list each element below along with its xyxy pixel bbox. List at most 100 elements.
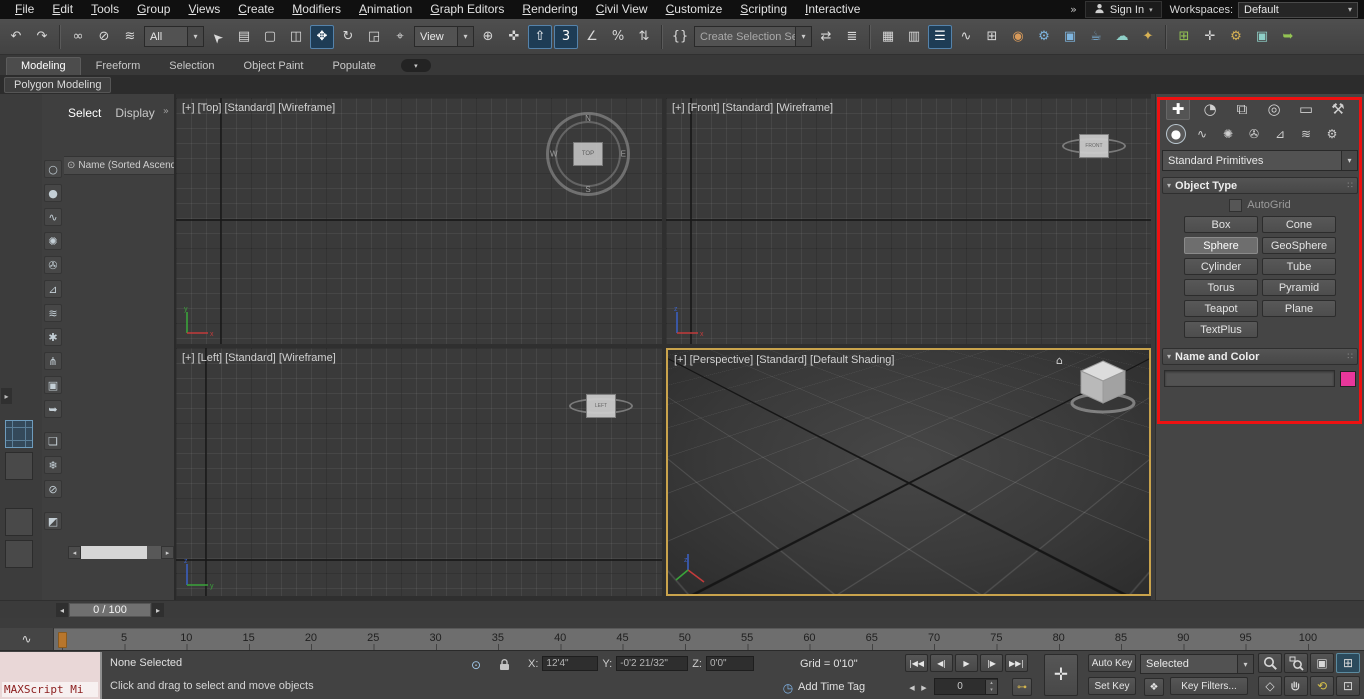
menu-item[interactable]: Group [128, 0, 179, 19]
select-and-place-icon[interactable]: ⌖ [388, 25, 412, 49]
menu-item[interactable]: Modifiers [283, 0, 350, 19]
ribbon-options-dropdown[interactable]: ▾ [401, 59, 431, 72]
viewcube-face[interactable]: LEFT [586, 394, 616, 418]
viewcube-home-icon[interactable]: ⌂ [1056, 354, 1063, 367]
timeline-ruler[interactable]: ∿ 51015202530354045505560657075808590951… [0, 628, 1364, 650]
display-lights-icon[interactable]: ✺ [44, 232, 62, 250]
display-frozen-icon[interactable]: ❄ [44, 456, 62, 474]
toggle-scene-explorer-icon[interactable]: ▦ [876, 25, 900, 49]
menu-item[interactable]: Create [229, 0, 283, 19]
explorer-overflow-chevron[interactable]: » [163, 106, 169, 117]
sign-in-button[interactable]: Sign In ▾ [1085, 1, 1162, 18]
textplus-button[interactable]: TextPlus [1184, 321, 1258, 338]
select-and-manipulate-icon[interactable]: ✜ [502, 25, 526, 49]
display-tab-icon[interactable]: ▭ [1294, 97, 1318, 120]
key-filters-icon[interactable]: ❖ [1144, 678, 1164, 696]
menu-item[interactable]: Graph Editors [421, 0, 513, 19]
current-frame-field[interactable]: 0 ▴ ▾ [934, 678, 998, 695]
menu-item[interactable]: Customize [657, 0, 732, 19]
display-hidden-icon[interactable]: ⊘ [44, 480, 62, 498]
keyboard-shortcut-override-icon[interactable]: ⇧ [528, 25, 552, 49]
render-production-icon[interactable]: ☕ [1084, 25, 1108, 49]
motion-tab-icon[interactable]: ◎ [1262, 97, 1286, 120]
tab-select[interactable]: Select [68, 106, 101, 120]
plane-button[interactable]: Plane [1262, 300, 1336, 317]
menu-item[interactable]: Tools [82, 0, 128, 19]
scene-script-icon[interactable]: ➥ [1276, 25, 1300, 49]
object-color-swatch[interactable] [1340, 371, 1356, 387]
sphere-button[interactable]: Sphere [1184, 237, 1258, 254]
go-to-start-button[interactable]: |◀◀ [905, 654, 928, 672]
set-keys-big-button[interactable]: ✛ [1044, 654, 1078, 696]
current-frame-marker[interactable] [58, 632, 67, 648]
display-none-icon[interactable]: ○ [44, 160, 62, 178]
previous-frame-button[interactable]: ◀| [930, 654, 953, 672]
reference-coordinate-dropdown[interactable]: View ▾ [414, 26, 474, 47]
ribbon-tab-populate[interactable]: Populate [318, 58, 389, 75]
key-mode-dropdown[interactable]: Selected ▾ [1140, 654, 1254, 674]
tube-button[interactable]: Tube [1262, 258, 1336, 275]
object-type-rollout-header[interactable]: ▾ Object Type ∷ [1162, 177, 1358, 194]
redo-icon[interactable]: ↷ [30, 25, 54, 49]
menu-item[interactable]: File [6, 0, 43, 19]
maximize-viewport-toggle-icon[interactable]: ⊡ [1336, 676, 1360, 696]
shapes-category-icon[interactable]: ∿ [1192, 124, 1212, 144]
x-field[interactable]: 12'4" [542, 656, 598, 671]
ribbon-tab-object-paint[interactable]: Object Paint [230, 58, 318, 75]
mirror-icon[interactable]: ⇄ [814, 25, 838, 49]
frame-spinner[interactable]: ▴ ▾ [985, 680, 997, 694]
lights-category-icon[interactable]: ✺ [1218, 124, 1238, 144]
select-and-move-icon[interactable]: ✥ [310, 25, 334, 49]
ribbon-tab-freeform[interactable]: Freeform [82, 58, 155, 75]
primitives-category-dropdown[interactable]: Standard Primitives ▾ [1162, 150, 1358, 171]
menu-overflow-chevron[interactable]: » [1070, 3, 1077, 16]
zoom-all-icon[interactable] [1284, 653, 1308, 673]
rendered-frame-window-icon[interactable]: ▣ [1058, 25, 1082, 49]
viewport-layout-tab-2[interactable] [5, 452, 33, 480]
viewcube-face[interactable]: FRONT [1079, 134, 1109, 158]
angle-snap-icon[interactable]: ∠ [580, 25, 604, 49]
menu-item[interactable]: Civil View [587, 0, 657, 19]
auto-key-button[interactable]: Auto Key [1088, 654, 1136, 672]
cameras-category-icon[interactable]: ✇ [1244, 124, 1264, 144]
polygon-modeling-panel-button[interactable]: Polygon Modeling [4, 77, 111, 93]
import-to-tray-icon[interactable]: ⊞ [1172, 25, 1196, 49]
viewport-left[interactable]: [+] [Left] [Standard] [Wireframe] LEFT z… [176, 348, 662, 596]
toggle-ribbon-icon[interactable]: ☰ [928, 25, 952, 49]
menu-item[interactable]: Rendering [513, 0, 586, 19]
key-mode-toggle-icon[interactable]: ⊶ [1012, 678, 1032, 696]
select-by-name-icon[interactable]: ▤ [232, 25, 256, 49]
display-helpers-icon[interactable]: ⊿ [44, 280, 62, 298]
mini-curve-editor-icon[interactable]: ∿ [21, 632, 31, 646]
snaps-toggle-3d-icon[interactable]: 3 [554, 25, 578, 49]
render-in-cloud-icon[interactable]: ☁ [1110, 25, 1134, 49]
menu-item[interactable]: Interactive [796, 0, 869, 19]
helpers-category-icon[interactable]: ⊿ [1270, 124, 1290, 144]
spinner-up-icon[interactable]: ▴ [986, 680, 997, 687]
asset-tracking-icon[interactable]: ▣ [1250, 25, 1274, 49]
cone-button[interactable]: Cone [1262, 216, 1336, 233]
display-containers-icon[interactable]: ▣ [44, 376, 62, 394]
explorer-horizontal-scrollbar[interactable]: ◂ ▸ [68, 546, 174, 559]
key-nudge-left-icon[interactable]: ◀ [906, 679, 918, 697]
go-to-end-button[interactable]: ▶▶| [1005, 654, 1028, 672]
named-selection-set-dropdown[interactable]: Create Selection Se ▾ [694, 26, 812, 47]
spinner-down-icon[interactable]: ▾ [986, 687, 997, 694]
previous-frame-arrow[interactable]: ◂ [56, 603, 68, 617]
modify-tab-icon[interactable]: ◔ [1198, 97, 1222, 120]
utilities-tab-icon[interactable]: ⚒ [1326, 97, 1350, 120]
viewcube-top-face[interactable]: TOP [573, 142, 603, 166]
pan-hand-icon[interactable] [1284, 676, 1308, 696]
bind-to-space-warp-icon[interactable]: ≋ [118, 25, 142, 49]
viewport-perspective-active[interactable]: [+] [Perspective] [Standard] [Default Sh… [666, 348, 1151, 596]
compass-south[interactable]: S [585, 185, 590, 194]
key-nudge-right-icon[interactable]: ▶ [918, 679, 930, 697]
add-time-tag[interactable]: Add Time Tag [798, 681, 865, 693]
display-xref-icon[interactable]: ➥ [44, 400, 62, 418]
next-frame-button[interactable]: |▶ [980, 654, 1003, 672]
pyramid-button[interactable]: Pyramid [1262, 279, 1336, 296]
display-geometry-icon[interactable]: ● [44, 184, 62, 202]
tab-display[interactable]: Display [115, 106, 154, 120]
y-field[interactable]: -0'2 21/32" [616, 656, 688, 671]
curve-editor-icon[interactable]: ∿ [954, 25, 978, 49]
